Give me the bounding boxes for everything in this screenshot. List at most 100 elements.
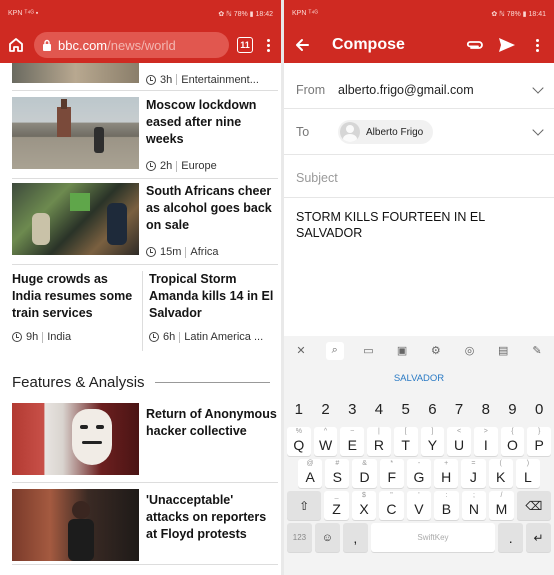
enter-icon[interactable]: ↵ bbox=[526, 523, 552, 552]
theme-icon[interactable]: ◎ bbox=[461, 342, 479, 360]
recipient-name: Alberto Frigo bbox=[366, 126, 424, 138]
home-icon[interactable] bbox=[6, 35, 26, 55]
story-headline[interactable]: Huge crowds as India resumes some train … bbox=[12, 271, 136, 322]
key[interactable]: $ X bbox=[351, 491, 377, 520]
chevron-down-icon[interactable] bbox=[532, 124, 544, 136]
key[interactable]: % Q bbox=[287, 427, 311, 456]
key[interactable]: / M bbox=[489, 491, 514, 520]
key[interactable]: ~ E bbox=[340, 427, 365, 456]
letter-row-1: % Q ^ W ~ E | R[T] Y < U > I{O} P bbox=[284, 427, 554, 456]
key[interactable]: 6 bbox=[420, 395, 445, 424]
emoji-icon[interactable]: ☺ bbox=[314, 523, 340, 552]
backspace-icon[interactable]: ⌫ bbox=[516, 491, 551, 520]
attach-icon[interactable] bbox=[466, 39, 484, 51]
send-icon[interactable] bbox=[498, 37, 516, 53]
key[interactable]: } P bbox=[527, 427, 552, 456]
key[interactable]: (K bbox=[488, 459, 513, 488]
url-field[interactable]: bbc.com/news/world bbox=[34, 32, 229, 58]
keyboard: ✕ ⌕ ▭ ▣ ⚙ ◎ ▤ ✎ SALVADOR 1 2 3 4 5 6 7 8… bbox=[284, 336, 554, 575]
key-label: A bbox=[305, 468, 315, 485]
back-arrow-icon[interactable] bbox=[294, 37, 310, 53]
key[interactable]: < U bbox=[447, 427, 471, 456]
key[interactable]: | R bbox=[367, 427, 391, 456]
list-item[interactable]: South Africans cheer as alcohol goes bac… bbox=[12, 183, 278, 265]
key[interactable]: ) L bbox=[515, 459, 540, 488]
key[interactable]: 4 bbox=[367, 395, 391, 424]
shift-icon[interactable]: ⇧ bbox=[287, 491, 322, 520]
key[interactable]: > I bbox=[473, 427, 498, 456]
key[interactable]: @ A bbox=[298, 459, 323, 488]
symbols-key[interactable]: 123 bbox=[287, 523, 312, 552]
key[interactable]: 8 bbox=[473, 395, 498, 424]
key[interactable]: _ Z bbox=[324, 491, 349, 520]
key[interactable]: * F bbox=[379, 459, 404, 488]
story-headline[interactable]: Tropical Storm Amanda kills 14 in El Sal… bbox=[149, 271, 278, 322]
key[interactable]: ^ W bbox=[313, 427, 338, 456]
list-item[interactable]: Return of Anonymous hacker collective bbox=[12, 403, 278, 483]
browser-menu-icon[interactable] bbox=[261, 38, 275, 52]
number-row: 1 2 3 4 5 6 7 8 9 0 bbox=[284, 395, 554, 424]
key[interactable]: ' V bbox=[406, 491, 432, 520]
comma-key[interactable]: , bbox=[342, 523, 368, 552]
key[interactable]: 0 bbox=[527, 395, 552, 424]
key[interactable]: 5 bbox=[393, 395, 418, 424]
key[interactable]: 2 bbox=[313, 395, 338, 424]
recipient-chip[interactable]: Alberto Frigo bbox=[338, 120, 434, 144]
key[interactable]: [T bbox=[393, 427, 418, 456]
letter-row-3: ⇧ _ Z $ X " C ' V: B; N / M ⌫ bbox=[284, 491, 554, 520]
status-bar: KPN ᵀ⁴ᴳ ▪ ✿ ℕ 78% ▮ 18:42 bbox=[0, 0, 281, 27]
chevron-down-icon[interactable] bbox=[532, 82, 544, 94]
list-item[interactable]: Huge crowds as India resumes some train … bbox=[12, 271, 142, 351]
key[interactable]: ; N bbox=[461, 491, 487, 520]
key[interactable]: + H bbox=[434, 459, 459, 488]
list-item[interactable]: 3h Entertainment... bbox=[12, 63, 278, 91]
key[interactable]: # S bbox=[325, 459, 350, 488]
clock-icon bbox=[146, 247, 156, 257]
story-headline[interactable]: Moscow lockdown eased after nine weeks bbox=[146, 97, 278, 148]
compose-menu-icon[interactable] bbox=[530, 38, 544, 52]
key-alt-symbol: ; bbox=[472, 492, 475, 499]
tab-switcher-button[interactable]: 11 bbox=[237, 37, 253, 53]
subject-field[interactable]: Subject bbox=[284, 163, 554, 193]
sticker-icon[interactable]: ▣ bbox=[393, 342, 411, 360]
key-label: W bbox=[318, 436, 333, 453]
key-alt-symbol: ) bbox=[526, 460, 530, 467]
key-alt-symbol: : bbox=[445, 492, 448, 499]
list-item[interactable]: Moscow lockdown eased after nine weeks 2… bbox=[12, 97, 278, 179]
story-headline[interactable]: South Africans cheer as alcohol goes bac… bbox=[146, 183, 278, 234]
search-icon[interactable]: ⌕ bbox=[325, 341, 344, 360]
key-alt-symbol: * bbox=[390, 460, 394, 467]
key[interactable]: 1 bbox=[287, 395, 311, 424]
key[interactable]: = J bbox=[461, 459, 486, 488]
story-image bbox=[12, 97, 139, 169]
story-headline[interactable]: Return of Anonymous hacker collective bbox=[146, 406, 278, 440]
story-headline[interactable]: 'Unacceptable' attacks on reporters at F… bbox=[146, 492, 278, 543]
list-item[interactable]: 'Unacceptable' attacks on reporters at F… bbox=[12, 489, 278, 565]
period-key[interactable]: . bbox=[498, 523, 524, 552]
to-field[interactable]: To Alberto Frigo bbox=[284, 117, 554, 147]
close-icon[interactable]: ✕ bbox=[292, 342, 310, 360]
key-alt-symbol: - bbox=[417, 460, 421, 467]
word-suggestion[interactable]: SALVADOR bbox=[284, 365, 554, 392]
key[interactable]: ] Y bbox=[420, 427, 445, 456]
key[interactable]: :B bbox=[434, 491, 459, 520]
key-alt-symbol: # bbox=[335, 460, 340, 467]
clock-icon bbox=[146, 161, 156, 171]
space-key[interactable]: SwiftKey bbox=[370, 523, 496, 552]
key[interactable]: 3 bbox=[340, 395, 365, 424]
split-row: Huge crowds as India resumes some train … bbox=[12, 271, 278, 351]
gif-icon[interactable]: ▭ bbox=[359, 342, 377, 360]
key[interactable]: 9 bbox=[500, 395, 525, 424]
key[interactable]: " C bbox=[379, 491, 404, 520]
key[interactable]: -G bbox=[406, 459, 432, 488]
key[interactable]: {O bbox=[500, 427, 525, 456]
email-body[interactable]: STORM KILLS FOURTEEN IN EL SALVADOR bbox=[296, 209, 542, 241]
key[interactable]: 7 bbox=[447, 395, 471, 424]
clipboard-icon[interactable]: ▤ bbox=[494, 342, 512, 360]
settings-icon[interactable]: ⚙ bbox=[427, 342, 445, 360]
status-bar: KPN ᵀ⁴ᴳ ✿ ℕ 78% ▮ 18:41 bbox=[284, 0, 554, 27]
pin-icon[interactable]: ✎ bbox=[528, 342, 546, 360]
from-field[interactable]: From alberto.frigo@gmail.com bbox=[284, 75, 554, 105]
list-item[interactable]: Tropical Storm Amanda kills 14 in El Sal… bbox=[149, 271, 278, 351]
key[interactable]: & D bbox=[352, 459, 377, 488]
